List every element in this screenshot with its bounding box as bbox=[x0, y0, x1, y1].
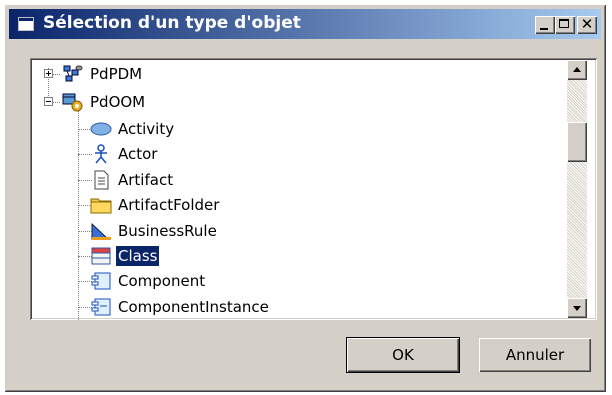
tree-item-label: PdPDM bbox=[90, 65, 143, 83]
tree-item-label: Artifact bbox=[118, 171, 174, 189]
tree-item-pdpdm[interactable]: PdPDM bbox=[40, 62, 144, 86]
tree-item-label: ArtifactFolder bbox=[118, 196, 220, 214]
tree-item-activity[interactable]: Activity bbox=[90, 117, 176, 141]
business-rule-icon bbox=[90, 221, 112, 241]
vertical-scrollbar[interactable] bbox=[567, 60, 587, 318]
oom-model-icon bbox=[62, 92, 84, 112]
tree-item-label: Actor bbox=[118, 145, 158, 163]
tree-item-label: BusinessRule bbox=[118, 222, 217, 240]
tree-item-componentinstance[interactable]: ComponentInstance bbox=[90, 295, 271, 319]
minimize-button[interactable] bbox=[535, 16, 555, 34]
collapse-icon[interactable] bbox=[44, 97, 53, 106]
tree-item-class[interactable]: Class bbox=[90, 244, 161, 268]
artifact-icon bbox=[90, 170, 112, 190]
scroll-thumb[interactable] bbox=[567, 122, 587, 162]
object-type-tree[interactable]: PdPDM PdOOM Activity Actor Artifact Arti… bbox=[30, 58, 597, 320]
component-instance-icon bbox=[90, 297, 112, 317]
tree-item-artifactfolder[interactable]: ArtifactFolder bbox=[90, 193, 221, 217]
tree-item-businessrule[interactable]: BusinessRule bbox=[90, 219, 219, 243]
tree-item-pdoom[interactable]: PdOOM bbox=[40, 90, 147, 114]
tree-item-label: Activity bbox=[118, 120, 175, 138]
tree-item-artifact[interactable]: Artifact bbox=[90, 168, 175, 192]
tree-item-label: PdOOM bbox=[90, 93, 146, 111]
window-icon bbox=[18, 17, 34, 31]
maximize-button[interactable] bbox=[555, 16, 575, 34]
pdm-model-icon bbox=[62, 64, 84, 84]
close-button[interactable]: ✕ bbox=[577, 15, 597, 34]
scroll-up-button[interactable] bbox=[567, 60, 587, 80]
title-bar[interactable]: Sélection d'un type d'objet ✕ bbox=[9, 9, 601, 39]
activity-icon bbox=[90, 119, 112, 139]
tree-item-actor[interactable]: Actor bbox=[90, 142, 159, 166]
ok-button[interactable]: OK bbox=[347, 338, 459, 372]
close-icon: ✕ bbox=[580, 15, 594, 33]
scroll-down-button[interactable] bbox=[567, 298, 587, 318]
class-icon bbox=[90, 246, 112, 266]
expand-icon[interactable] bbox=[44, 69, 53, 78]
tree-item-component[interactable]: Component bbox=[90, 269, 207, 293]
tree-item-label: Component bbox=[118, 272, 206, 290]
actor-icon bbox=[90, 144, 112, 164]
window-title: Sélection d'un type d'objet bbox=[43, 13, 301, 33]
cancel-button[interactable]: Annuler bbox=[479, 338, 591, 372]
tree-item-label: ComponentInstance bbox=[118, 298, 269, 316]
tree-item-label: Class bbox=[114, 245, 161, 267]
component-icon bbox=[90, 271, 112, 291]
folder-icon bbox=[90, 195, 112, 215]
